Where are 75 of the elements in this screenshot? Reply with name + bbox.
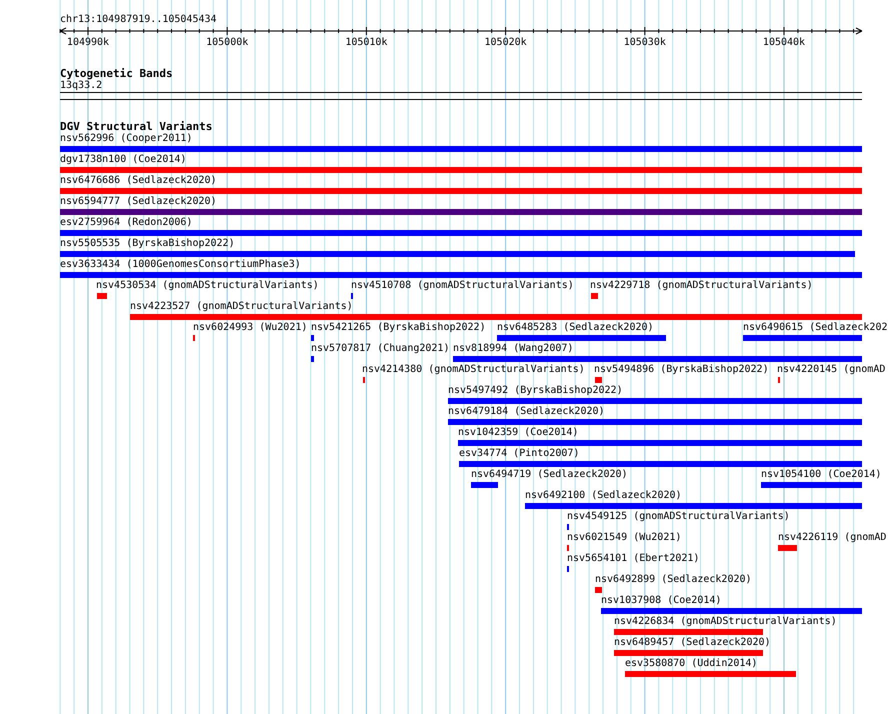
variant-bar[interactable]	[614, 650, 763, 656]
variant-bar[interactable]	[97, 293, 107, 299]
tick-label: 104990k	[66, 37, 110, 48]
variant-label[interactable]: esv34774 (Pinto2007)	[459, 448, 580, 460]
variant-label[interactable]: nsv5494896 (ByrskaBishop2022)	[594, 364, 769, 376]
variant-label[interactable]: nsv4226834 (gnomADStructuralVariants)	[614, 616, 837, 628]
variant-label[interactable]: nsv4226119 (gnomAD	[778, 532, 886, 544]
variant-label[interactable]: nsv562996 (Cooper2011)	[60, 133, 192, 145]
variant-bar[interactable]	[471, 482, 498, 488]
variant-label[interactable]: nsv4530534 (gnomADStructuralVariants)	[96, 280, 319, 292]
variant-bar[interactable]	[458, 440, 862, 446]
tick-label: 105030k	[624, 37, 666, 48]
variant-bar[interactable]	[497, 335, 666, 341]
variant-label[interactable]: nsv6476686 (Sedlazeck2020)	[60, 175, 217, 187]
band-label: 13q33.2	[60, 80, 102, 91]
variant-label[interactable]: nsv5505535 (ByrskaBishop2022)	[60, 238, 235, 250]
variant-bar[interactable]	[448, 398, 862, 404]
variant-label[interactable]: nsv4549125 (gnomADStructuralVariants)	[567, 511, 790, 523]
variant-bar[interactable]	[448, 419, 862, 425]
variant-label[interactable]: nsv4510708 (gnomADStructuralVariants)	[351, 280, 574, 292]
variant-bar[interactable]	[60, 167, 862, 173]
variant-bar[interactable]	[525, 503, 862, 509]
locus-label: chr13:104987919..105045434	[60, 14, 218, 26]
variant-bar[interactable]	[453, 356, 862, 362]
variant-label[interactable]: nsv5497492 (ByrskaBishop2022)	[448, 385, 623, 397]
variant-bar[interactable]	[625, 671, 796, 677]
variant-label[interactable]: nsv6594777 (Sedlazeck2020)	[60, 196, 217, 208]
variant-bar[interactable]	[595, 377, 602, 383]
variant-bar[interactable]	[743, 335, 862, 341]
variant-bar[interactable]	[60, 209, 862, 215]
variant-label[interactable]: nsv4229718 (gnomADStructuralVariants)	[590, 280, 813, 292]
variant-label[interactable]: nsv4214380 (gnomADStructuralVariants)	[362, 364, 585, 376]
variant-label[interactable]: nsv818994 (Wang2007)	[453, 343, 574, 355]
variant-bar[interactable]	[60, 230, 862, 236]
variant-bar[interactable]	[601, 608, 862, 614]
variant-bar[interactable]	[591, 293, 598, 299]
variant-label[interactable]: nsv6479184 (Sedlazeck2020)	[448, 406, 605, 418]
variant-label[interactable]: nsv6492100 (Sedlazeck2020)	[525, 490, 682, 502]
variant-label[interactable]: nsv6492899 (Sedlazeck2020)	[595, 574, 752, 586]
variant-bar[interactable]	[595, 587, 602, 593]
track-title: Cytogenetic Bands	[60, 68, 173, 80]
variant-bar[interactable]	[459, 461, 862, 467]
variant-bar[interactable]	[60, 146, 862, 152]
variant-label[interactable]: nsv5654101 (Ebert2021)	[567, 553, 700, 565]
variant-bar[interactable]	[130, 314, 862, 320]
tick-label: 105000k	[206, 37, 248, 48]
variant-bar[interactable]	[60, 251, 855, 257]
variant-bar[interactable]	[311, 335, 314, 341]
variant-label[interactable]: dgv1738n100 (Coe2014)	[60, 154, 186, 166]
variant-label[interactable]: nsv6024993 (Wu2021)	[193, 322, 308, 334]
variant-label[interactable]: nsv1037908 (Coe2014)	[601, 595, 722, 607]
variant-bar[interactable]	[614, 629, 763, 635]
tick-label: 105010k	[345, 37, 388, 48]
variant-label[interactable]: nsv6021549 (Wu2021)	[567, 532, 682, 544]
variant-label[interactable]: nsv1054100 (Coe2014)	[761, 469, 882, 481]
variant-label[interactable]: esv3580870 (Uddin2014)	[625, 658, 758, 670]
variant-label[interactable]: nsv6489457 (Sedlazeck2020)	[614, 637, 771, 649]
variant-label[interactable]: nsv6485283 (Sedlazeck2020)	[497, 322, 654, 334]
track-title: DGV Structural Variants	[60, 121, 212, 133]
variant-bar[interactable]	[761, 482, 862, 488]
variant-bar[interactable]	[60, 272, 862, 278]
variant-label[interactable]: nsv5421265 (ByrskaBishop2022)	[311, 322, 486, 334]
variant-label[interactable]: nsv1042359 (Coe2014)	[458, 427, 578, 439]
variant-label[interactable]: nsv4220145 (gnomAD	[777, 364, 886, 376]
variant-label[interactable]: esv3633434 (1000GenomesConsortiumPhase3)	[60, 259, 301, 271]
variant-label[interactable]: nsv6490615 (Sedlazeck202	[743, 322, 888, 334]
variant-label[interactable]: nsv5707817 (Chuang2021)	[311, 343, 450, 355]
variant-label[interactable]: nsv4223527 (gnomADStructuralVariants)	[130, 301, 353, 313]
variant-label[interactable]: esv2759964 (Redon2006)	[60, 217, 192, 229]
variant-label[interactable]: nsv6494719 (Sedlazeck2020)	[471, 469, 628, 481]
tick-label: 105020k	[484, 37, 527, 48]
variant-bar[interactable]	[60, 188, 862, 194]
variant-bar[interactable]	[311, 356, 314, 362]
variant-bar[interactable]	[778, 545, 797, 551]
tick-label: 105040k	[762, 37, 806, 48]
